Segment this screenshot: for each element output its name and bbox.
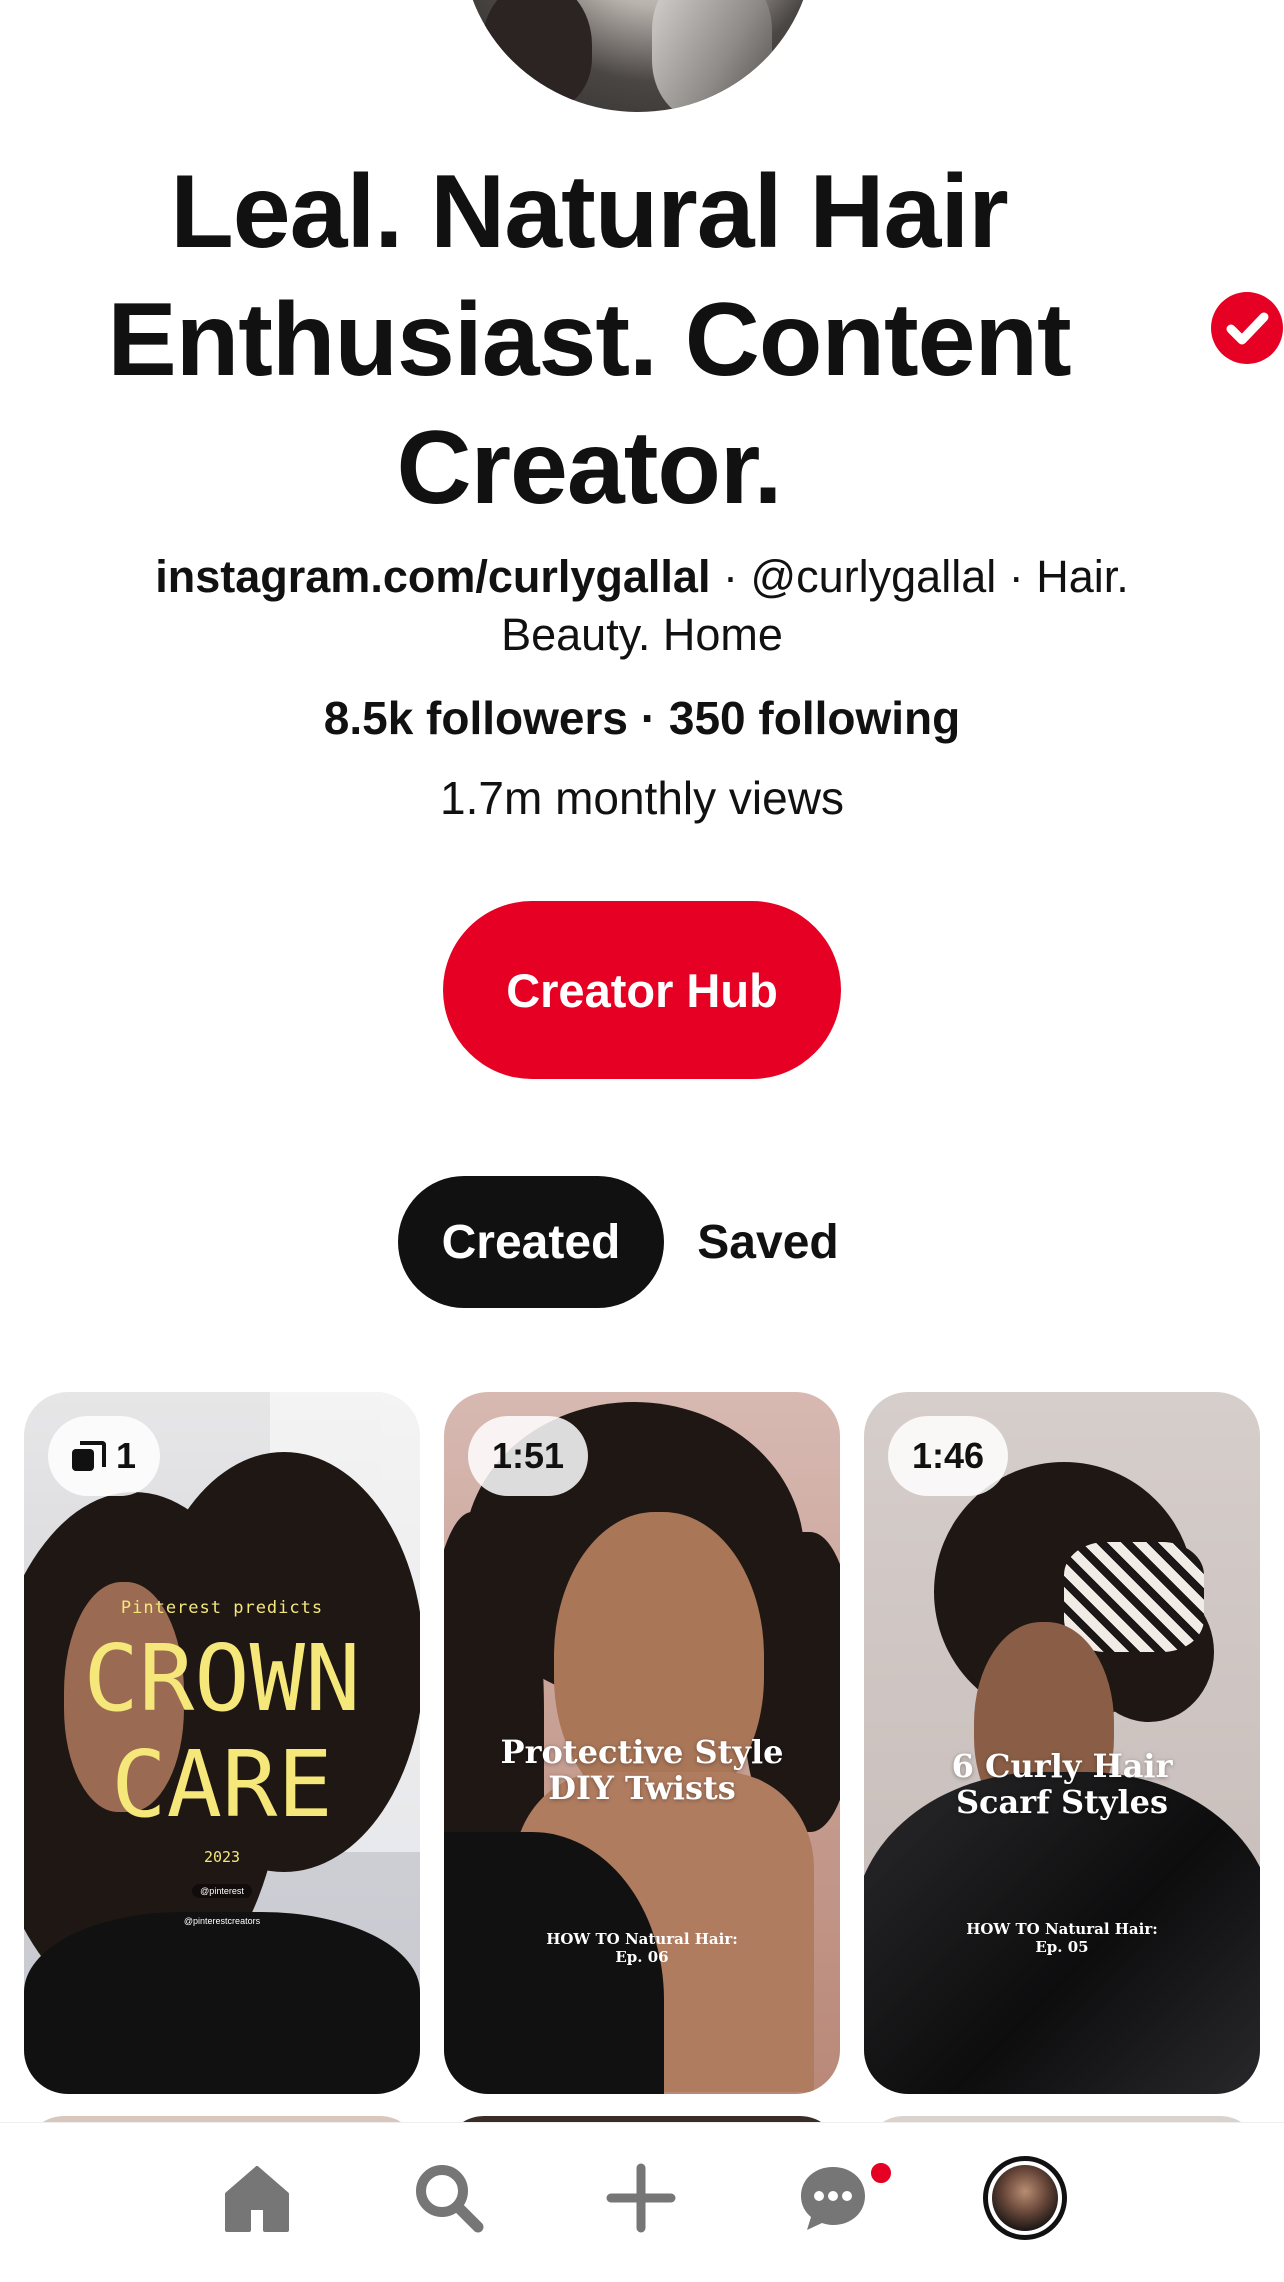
profile-photo-detail [482,0,592,110]
stack-icon [72,1441,106,1471]
creator-hub-button[interactable]: Creator Hub [443,901,841,1079]
pin-overlay-title-line: CARE [111,1731,333,1838]
following-count[interactable]: 350 following [669,692,960,744]
pin-overlay-title-line: CROWN [83,1625,361,1732]
profile-bio: instagram.com/curlygallal · @curlygallal… [84,548,1200,664]
pin-overlay-title: Protective Style DIY Twists [444,1734,840,1806]
avatar-image [992,2165,1058,2231]
pin-overlay-subtitle-line: Ep. 06 [615,1948,669,1966]
pin-badge-text: 1 [116,1435,137,1476]
monthly-views: 1.7m monthly views [440,772,844,824]
verified-badge-icon [1211,292,1283,364]
pin-overlay-subtitle-line: Ep. 05 [1035,1938,1089,1956]
notification-dot [868,2160,894,2186]
pin-overlay-title: CROWN CARE [24,1626,420,1838]
profile-photo-detail [652,0,772,112]
video-duration-badge: 1:51 [468,1416,589,1496]
pin-overlay-title-line: Scarf Styles [955,1783,1169,1821]
pin-overlay-year: 2023 [203,1848,241,1866]
pin-image-scarf [1064,1542,1204,1652]
pin-overlay-title-line: DIY Twists [548,1769,736,1807]
pin-overlay-handle-text: @pinterest [192,1884,252,1898]
nav-home[interactable] [212,2153,302,2243]
messages-icon [801,2167,865,2230]
home-icon [225,2166,289,2232]
nav-search[interactable] [404,2153,494,2243]
video-duration-badge: 1:46 [888,1416,1009,1496]
pin-card[interactable]: 1:51 Protective Style DIY Twists HOW TO … [444,1392,840,2094]
profile-name: Leal. Natural Hair Enthusiast. Content C… [107,154,1071,526]
pin-badge: 1 [48,1416,161,1496]
profile-photo[interactable] [462,0,814,112]
follow-stats: 8.5k followers · 350 following [0,690,1284,746]
stats-separator: · [627,692,669,744]
nav-create[interactable] [596,2153,686,2243]
pin-overlay-text: Pinterest predicts [120,1598,324,1618]
pin-overlay-title-line: Protective Style [500,1733,784,1771]
pin-overlay-handle: @pinterest [24,1884,420,1898]
pin-overlay-title-line: 6 Curly Hair [951,1747,1173,1785]
checkmark-icon [1226,312,1269,345]
tab-saved[interactable]: Saved [678,1176,858,1308]
profile-tabs: Created Saved [0,1176,1284,1308]
nav-messages[interactable] [788,2153,878,2243]
nav-profile[interactable] [980,2153,1070,2243]
pin-image-clothing [24,1912,420,2094]
pin-overlay-title: 6 Curly Hair Scarf Styles [864,1748,1260,1820]
followers-count[interactable]: 8.5k followers [324,692,628,744]
pin-overlay-subtitle: HOW TO Natural Hair: Ep. 05 [864,1920,1260,1956]
pin-card[interactable]: 1 Pinterest predicts CROWN CARE 2023 @pi… [24,1392,420,2094]
pin-overlay-subtitle-line: HOW TO Natural Hair: [966,1920,1158,1938]
pin-card[interactable]: 1:46 6 Curly Hair Scarf Styles HOW TO Na… [864,1392,1260,2094]
plus-icon [606,2163,676,2233]
video-duration-text: 1:51 [492,1435,565,1476]
bio-link[interactable]: instagram.com/curlygallal [155,551,710,602]
tab-created[interactable]: Created [398,1176,664,1308]
pin-overlay-handle: @pinterestcreators [183,1916,261,1926]
video-duration-text: 1:46 [912,1435,985,1476]
profile-avatar [983,2156,1067,2240]
pin-overlay-subtitle-line: HOW TO Natural Hair: [546,1930,738,1948]
bottom-nav [0,2122,1284,2282]
pin-overlay-subtitle: HOW TO Natural Hair: Ep. 06 [444,1930,840,1966]
search-icon [416,2165,484,2233]
